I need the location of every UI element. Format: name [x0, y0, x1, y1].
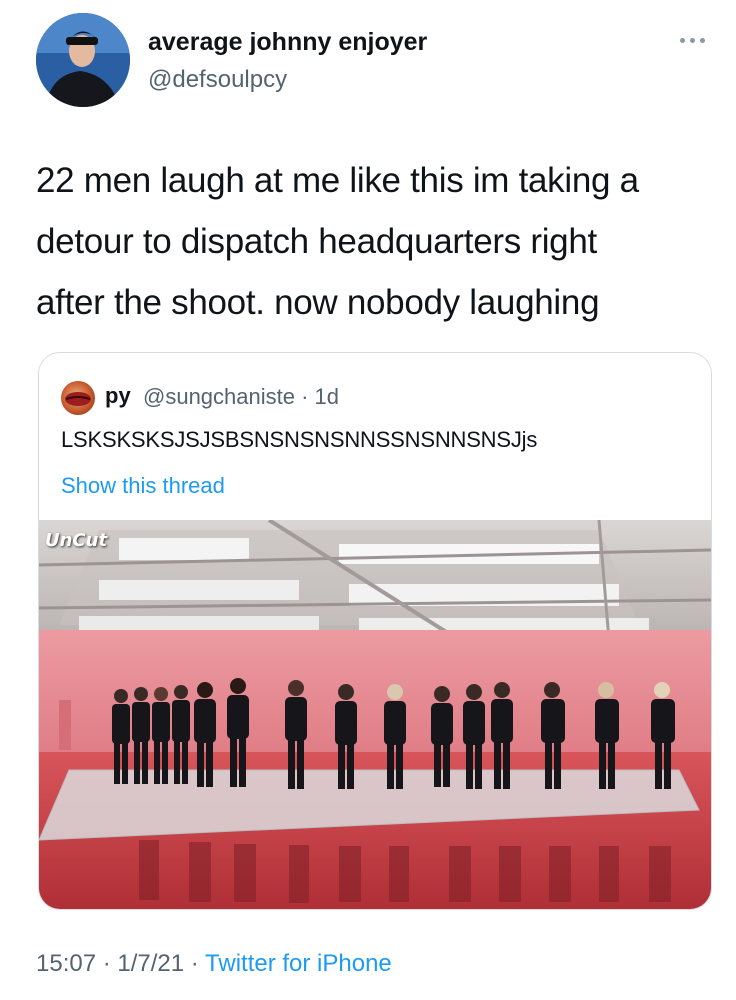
tweet-text-line: after the shoot. now nobody laughing: [36, 283, 600, 322]
tweet-text-line: 22 men laugh at me like this im taking a: [36, 161, 639, 200]
author-display-name[interactable]: average johnny enjoyer: [148, 28, 427, 57]
tweet-footer: 15:07 · 1/7/21 · Twitter for iPhone: [36, 950, 392, 978]
tweet-source-link[interactable]: Twitter for iPhone: [205, 950, 392, 977]
author-handle[interactable]: @defsoulpcy: [148, 66, 287, 94]
footer-separator: ·: [184, 950, 206, 977]
quoted-text: LSKSKSKSJSJSBSNSNSNSNNSSNSNNSNSJjs: [61, 427, 538, 452]
quoted-display-name[interactable]: py: [105, 383, 131, 409]
quoted-handle-time[interactable]: @sungchaniste · 1d: [143, 384, 339, 410]
quoted-tweet-card[interactable]: py @sungchaniste · 1d LSKSKSKSJSJSBSNSNS…: [38, 352, 712, 910]
tweet-text: 22 men laugh at me like this im taking a…: [36, 150, 716, 333]
tweet: average johnny enjoyer @defsoulpcy 22 me…: [0, 0, 736, 1000]
lips-icon: [65, 392, 91, 406]
quoted-media-image[interactable]: UnCut: [39, 520, 711, 909]
more-dots-icon[interactable]: [678, 30, 708, 50]
tweet-timestamp[interactable]: 15:07 · 1/7/21: [36, 950, 184, 977]
profile-photo-icon: [36, 13, 130, 107]
show-thread-link[interactable]: Show this thread: [61, 473, 225, 499]
author-avatar[interactable]: [36, 13, 130, 107]
media-watermark: UnCut: [45, 530, 108, 551]
video-still: [39, 520, 711, 909]
quoted-avatar[interactable]: [61, 381, 95, 415]
tweet-text-line: detour to dispatch headquarters right: [36, 222, 597, 261]
